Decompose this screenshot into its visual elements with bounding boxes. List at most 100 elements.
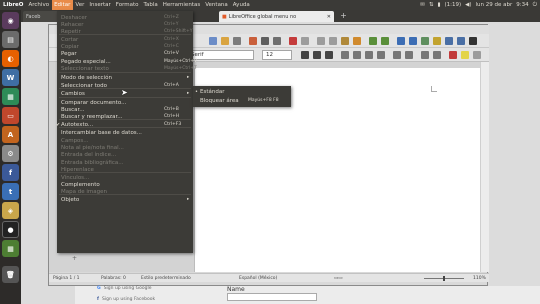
trash-icon[interactable]: 🗑	[2, 266, 19, 283]
facebook-signup-label: Sign up using Facebook	[101, 297, 156, 302]
find-icon[interactable]	[445, 37, 453, 45]
workspace-icon[interactable]: ▦	[2, 240, 19, 257]
menu-archivo[interactable]: Archivo	[26, 0, 52, 10]
submenu-item-label: Bloquear área	[200, 98, 239, 104]
underline-icon[interactable]	[325, 51, 333, 59]
status-bar: Página 1 / 1 Palabras: 0 Estilo predeter…	[49, 273, 489, 282]
sidebar-toggle-icon[interactable]: +	[72, 255, 84, 271]
close-tab-icon[interactable]: ✕	[327, 14, 331, 20]
page-style[interactable]: Estilo predeterminado	[141, 276, 191, 281]
mail-icon[interactable]: ✉	[420, 2, 425, 8]
font-color-icon[interactable]	[449, 51, 457, 59]
indent-icon[interactable]	[421, 51, 429, 59]
edit-menu-item[interactable]: ✔ Autotexto... Ctrl+F3	[56, 121, 193, 129]
layout-icon[interactable]: ▭▭	[334, 276, 343, 281]
terminal-icon[interactable]: ●	[2, 221, 19, 238]
menu-editar[interactable]: Editar	[51, 0, 73, 10]
new-icon[interactable]	[209, 37, 217, 45]
clock[interactable]: 9:34	[516, 2, 528, 8]
facebook-icon[interactable]: f	[2, 164, 19, 181]
tab-libreoffice[interactable]: ■ LibreOffice global menu no ✕	[219, 11, 334, 22]
menu-herramientas[interactable]: Herramientas	[160, 0, 202, 10]
font-size-box[interactable]: 12	[262, 50, 292, 60]
menu-ayuda[interactable]: Ayuda	[230, 0, 252, 10]
italic-icon[interactable]	[313, 51, 321, 59]
open-icon[interactable]	[221, 37, 229, 45]
clone-icon[interactable]	[353, 37, 361, 45]
menu-insertar[interactable]: Insertar	[87, 0, 113, 10]
show-draw-icon[interactable]	[433, 37, 441, 45]
zoom-level[interactable]: 110%	[473, 276, 486, 281]
undo-icon[interactable]	[369, 37, 377, 45]
export-pdf-icon[interactable]	[249, 37, 257, 45]
twitter-icon[interactable]: t	[2, 183, 19, 200]
bold-icon[interactable]	[301, 51, 309, 59]
highlight-icon[interactable]	[461, 51, 469, 59]
software-center-icon[interactable]: A	[2, 126, 19, 143]
battery-status[interactable]: (1:19)	[444, 2, 461, 8]
hyperlink-icon[interactable]	[397, 37, 405, 45]
preview-icon[interactable]	[273, 37, 281, 45]
numbering-icon[interactable]	[393, 51, 401, 59]
justify-icon[interactable]	[377, 51, 385, 59]
name-input[interactable]	[227, 293, 317, 301]
bullets-icon[interactable]	[405, 51, 413, 59]
submenu-item[interactable]: Bloquear área Mayús+F8 F8	[193, 97, 291, 105]
spellcheck-icon[interactable]	[289, 37, 297, 45]
copy-icon[interactable]	[329, 37, 337, 45]
edit-menu-item[interactable]: Pegar Ctrl+V	[57, 50, 193, 58]
background-color-icon[interactable]	[473, 51, 481, 59]
vertical-scrollbar[interactable]	[480, 62, 489, 272]
app-icon[interactable]: ◈	[2, 202, 19, 219]
submenu-item[interactable]: • Estándar	[193, 88, 291, 96]
align-left-icon[interactable]	[341, 51, 349, 59]
align-center-icon[interactable]	[353, 51, 361, 59]
paste-icon[interactable]	[341, 37, 349, 45]
edit-menu-item: Seleccionar texto Mayús+Ctrl+T	[57, 65, 197, 73]
autospell-icon[interactable]	[301, 37, 309, 45]
google-signup-row[interactable]: G Sign up using Google	[97, 286, 152, 291]
redo-icon[interactable]	[381, 37, 389, 45]
table-icon[interactable]	[409, 37, 417, 45]
align-right-icon[interactable]	[365, 51, 373, 59]
edit-menu-item: Hiperenlace	[57, 166, 193, 174]
print-icon[interactable]	[261, 37, 269, 45]
navigator-icon[interactable]	[457, 37, 465, 45]
edit-menu-item[interactable]: Modo de selección ▸	[57, 74, 193, 82]
power-icon[interactable]: ⏻	[533, 2, 537, 9]
save-icon[interactable]	[233, 37, 241, 45]
battery-icon[interactable]: ▮	[437, 2, 440, 8]
formatting-marks-icon[interactable]	[469, 37, 477, 45]
new-tab-button[interactable]: +	[339, 12, 348, 21]
files-icon[interactable]: ▤	[2, 31, 19, 48]
network-icon[interactable]: ⇅	[429, 2, 434, 8]
edit-menu-item[interactable]: Intercambiar base de datos...	[57, 129, 193, 137]
mouse-cursor-icon: ➤	[121, 88, 128, 97]
speaker-icon[interactable]: ◀)	[465, 2, 471, 8]
dash-icon[interactable]: ◉	[2, 12, 19, 29]
facebook-signup-row[interactable]: f Sign up using Facebook	[97, 297, 155, 302]
menu-ver[interactable]: Ver	[73, 0, 87, 10]
firefox-icon[interactable]: ◐	[2, 50, 19, 67]
menu-ventana[interactable]: Ventana	[203, 0, 231, 10]
page-count[interactable]: Página 1 / 1	[53, 276, 80, 281]
edit-menu-item[interactable]: Objeto ▸	[57, 196, 193, 204]
google-icon: G	[97, 286, 101, 291]
settings-icon[interactable]: ⚙	[2, 145, 19, 162]
web-page-content: G Sign up using Google f Sign up using F…	[75, 286, 540, 304]
writer-icon[interactable]: W	[2, 69, 19, 86]
menu-tabla[interactable]: Tabla	[141, 0, 160, 10]
launcher: ◉ ▤ ◐ W ▦ ▭ A ⚙ f t ◈ ● ▦ 🗑	[0, 10, 21, 304]
chart-icon[interactable]	[421, 37, 429, 45]
radio-bullet-icon: •	[195, 89, 198, 95]
text-language[interactable]: Español (México)	[239, 276, 277, 281]
cut-icon[interactable]	[317, 37, 325, 45]
calc-icon[interactable]: ▦	[2, 88, 19, 105]
outdent-icon[interactable]	[433, 51, 441, 59]
menu-item-label: Pegar	[61, 51, 77, 57]
date-label[interactable]: lun 29 de abr	[476, 2, 513, 8]
edit-menu-item[interactable]: Buscar y reemplazar... Ctrl+H	[57, 113, 193, 121]
menu-formato[interactable]: Formato	[113, 0, 141, 10]
impress-icon[interactable]: ▭	[2, 107, 19, 124]
zoom-slider-handle[interactable]	[443, 276, 445, 281]
